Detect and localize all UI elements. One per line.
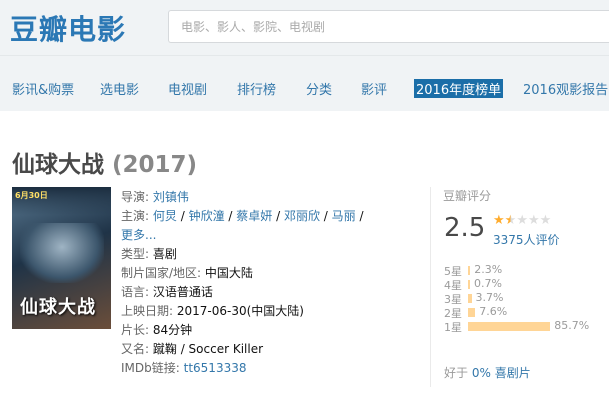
nav-item-tv[interactable]: 电视剧 <box>168 79 207 98</box>
release-label: 上映日期: <box>121 304 174 318</box>
better-link[interactable]: 0% 喜剧片 <box>472 366 531 380</box>
nav-item-report-2016[interactable]: 2016观影报告 <box>523 79 608 98</box>
star-icon: ★ <box>527 213 540 228</box>
imdb-label: IMDb链接: <box>121 361 180 375</box>
rating-row-percent: 85.7% <box>554 319 590 332</box>
aka-value: 蹴鞠 / Soccer Killer <box>152 342 264 356</box>
poster-title: 仙球大战 <box>20 297 96 318</box>
star-icon: ★ <box>493 213 505 228</box>
movie-info: 导演: 刘镇伟 主演: 何炅 / 钟欣潼 / 蔡卓妍 / 邓丽欣 / 马丽 / … <box>121 188 371 378</box>
douban-movie-logo[interactable]: 豆瓣电影 <box>10 8 126 48</box>
info-aka: 又名: 蹴鞠 / Soccer Killer <box>121 340 371 359</box>
movie-year: (2017) <box>112 152 198 178</box>
imdb-link[interactable]: tt6513338 <box>184 361 247 375</box>
info-cast: 主演: 何炅 / 钟欣潼 / 蔡卓妍 / 邓丽欣 / 马丽 / 更多... <box>121 209 364 242</box>
cast-more-link[interactable]: 更多... <box>121 228 156 242</box>
runtime-label: 片长: <box>121 323 150 337</box>
poster-cast-image <box>20 223 104 283</box>
info-director: 导演: 刘镇伟 <box>121 188 371 207</box>
movie-title-text: 仙球大战 <box>12 152 104 178</box>
rating-stars: ★★★★★ <box>493 213 551 228</box>
cast-link[interactable]: 何炅 <box>153 209 177 223</box>
cast-link[interactable]: 邓丽欣 <box>284 209 320 223</box>
director-link[interactable]: 刘镇伟 <box>153 190 189 204</box>
rating-label: 豆瓣评分 <box>443 189 492 203</box>
info-genre: 类型: 喜剧 <box>121 245 371 264</box>
rating-row-percent: 3.7% <box>475 291 504 304</box>
rating-row-bar <box>468 280 470 289</box>
rating-better-than: 好于 0% 喜剧片 <box>444 364 531 381</box>
country-label: 制片国家/地区: <box>121 266 202 280</box>
rating-row-percent: 0.7% <box>474 277 502 290</box>
info-country: 制片国家/地区: 中国大陆 <box>121 264 371 283</box>
nav-item-reviews[interactable]: 影评 <box>361 79 387 98</box>
nav-item-explore[interactable]: 选电影 <box>100 79 139 98</box>
nav-item-chart[interactable]: 排行榜 <box>237 79 276 98</box>
runtime-value: 84分钟 <box>152 323 193 337</box>
rating-row-bar <box>468 322 551 331</box>
cast-link[interactable]: 马丽 <box>332 209 356 223</box>
rating-row-percent: 7.6% <box>479 305 508 318</box>
half-star-icon: ★ <box>504 213 517 228</box>
nav-item-tickets[interactable]: 影讯&购票 <box>12 79 74 98</box>
nav-item-annual-2016[interactable]: 2016年度榜单 <box>414 79 504 98</box>
info-language: 语言: 汉语普通话 <box>121 283 371 302</box>
movie-title: 仙球大战 (2017) <box>12 145 197 179</box>
search-box[interactable] <box>168 10 609 43</box>
nav-item-tags[interactable]: 分类 <box>306 79 332 98</box>
rating-row-label: 1星 <box>444 321 462 334</box>
genre-value: 喜剧 <box>152 247 177 261</box>
country-value: 中国大陆 <box>204 266 253 280</box>
language-value: 汉语普通话 <box>152 285 213 299</box>
rating-votes-link[interactable]: 3375人评价 <box>493 231 560 248</box>
search-input[interactable] <box>169 11 609 42</box>
top-bar: 豆瓣电影 <box>0 0 609 55</box>
poster-release-date: 6月30日 <box>15 191 48 200</box>
cast-label: 主演: <box>121 209 150 223</box>
info-runtime: 片长: 84分钟 <box>121 321 371 340</box>
director-label: 导演: <box>121 190 150 204</box>
star-icon: ★ <box>539 213 552 228</box>
movie-poster[interactable]: 6月30日 仙球大战 <box>12 187 111 329</box>
language-label: 语言: <box>121 285 150 299</box>
rating-score: 2.5 <box>444 213 486 243</box>
release-value: 2017-06-30(中国大陆) <box>176 304 304 318</box>
rating-row-percent: 2.3% <box>474 263 503 276</box>
cast-link[interactable]: 钟欣潼 <box>189 209 225 223</box>
cast-link[interactable]: 蔡卓妍 <box>236 209 272 223</box>
rating-panel: 豆瓣评分 2.5 ★★★★★ 3375人评价 5星 2.3% 4星 0.7% 3星 3.7… <box>430 187 609 387</box>
rating-row-bar <box>468 294 472 303</box>
info-imdb: IMDb链接: tt6513338 <box>121 359 371 378</box>
star-icon: ★ <box>516 213 528 228</box>
main-nav: 影讯&购票 选电影 电视剧 排行榜 分类 影评 2016年度榜单 2016观影报… <box>0 55 609 111</box>
rating-row-bar <box>468 266 471 275</box>
genre-label: 类型: <box>121 247 150 261</box>
better-prefix: 好于 <box>444 366 469 380</box>
info-release: 上映日期: 2017-06-30(中国大陆) <box>121 302 371 321</box>
aka-label: 又名: <box>121 342 150 356</box>
rating-row-bar <box>468 308 476 317</box>
